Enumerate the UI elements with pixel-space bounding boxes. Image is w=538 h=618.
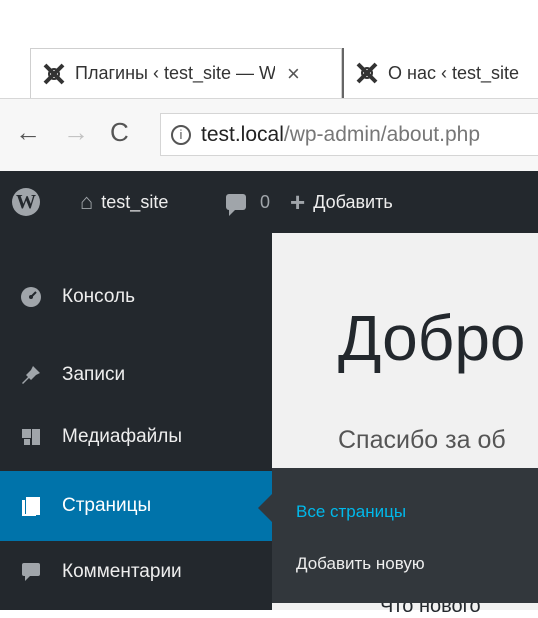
pages-icon xyxy=(20,495,42,517)
comment-bubble-icon xyxy=(226,194,246,216)
browser-toolbar: ← → C i test.local/wp-admin/about.php xyxy=(0,99,538,171)
plus-icon: + xyxy=(290,186,306,217)
tab-plugins[interactable]: Плагины ‹ test_site — W × xyxy=(30,48,342,98)
sidebar-item-media[interactable]: Медиафайлы xyxy=(0,413,272,461)
sidebar-item-posts[interactable]: Записи xyxy=(0,351,272,399)
add-new-link[interactable]: + Добавить xyxy=(290,171,393,233)
sidebar-item-label: Консоль xyxy=(62,286,135,307)
sidebar-item-label: Страницы xyxy=(62,495,152,516)
comment-icon xyxy=(20,561,42,583)
welcome-heading: Добро xyxy=(338,302,526,374)
x-tab-icon xyxy=(43,63,65,85)
admin-bar: W ⌂ test_site 0 + Добавить xyxy=(0,171,538,233)
tab-title: Плагины ‹ test_site — W xyxy=(75,63,275,83)
wp-logo-button[interactable]: W xyxy=(12,171,40,233)
x-tab-icon xyxy=(356,62,378,84)
pages-submenu: Все страницы Добавить новую xyxy=(272,468,538,603)
back-button[interactable]: ← xyxy=(15,117,41,148)
comments-count: 0 xyxy=(260,191,271,212)
url-host: test.local xyxy=(201,122,284,146)
address-bar[interactable]: i test.local/wp-admin/about.php xyxy=(160,113,538,156)
thanks-text: Спасибо за об xyxy=(338,426,506,454)
submenu-add-new[interactable]: Добавить новую xyxy=(296,554,425,574)
close-icon[interactable]: × xyxy=(287,61,300,87)
sidebar-item-comments[interactable]: Комментарии xyxy=(0,543,272,601)
reload-button[interactable]: C xyxy=(110,117,129,148)
submenu-all-pages[interactable]: Все страницы xyxy=(296,502,406,522)
sidebar-item-pages[interactable]: Страницы xyxy=(0,471,272,541)
admin-sidebar: Консоль Записи Медиафайлы Страницы Комме… xyxy=(0,233,272,610)
add-label: Добавить xyxy=(313,191,393,212)
sidebar-item-label: Комментарии xyxy=(62,561,182,582)
info-icon[interactable]: i xyxy=(171,124,191,145)
url-path: /wp-admin/about.php xyxy=(283,122,481,146)
forward-button[interactable]: → xyxy=(63,117,89,148)
wordpress-icon: W xyxy=(12,188,40,216)
media-icon xyxy=(20,426,42,448)
tab-about[interactable]: О нас ‹ test_site xyxy=(342,48,538,98)
dashboard-icon xyxy=(20,286,42,308)
sidebar-item-label: Записи xyxy=(62,364,126,385)
pin-icon xyxy=(20,364,42,386)
tab-title: О нас ‹ test_site xyxy=(388,62,519,83)
submenu-pointer xyxy=(258,494,272,522)
site-name-link[interactable]: ⌂ test_site xyxy=(80,171,168,233)
url-text: test.local/wp-admin/about.php xyxy=(201,123,480,147)
site-name: test_site xyxy=(101,191,169,212)
browser-tabstrip: Плагины ‹ test_site — W × О нас ‹ test_s… xyxy=(0,0,538,98)
sidebar-item-label: Медиафайлы xyxy=(62,426,183,447)
comments-link[interactable]: 0 xyxy=(226,171,270,233)
sidebar-item-dashboard[interactable]: Консоль xyxy=(0,273,272,321)
home-icon: ⌂ xyxy=(80,189,94,214)
